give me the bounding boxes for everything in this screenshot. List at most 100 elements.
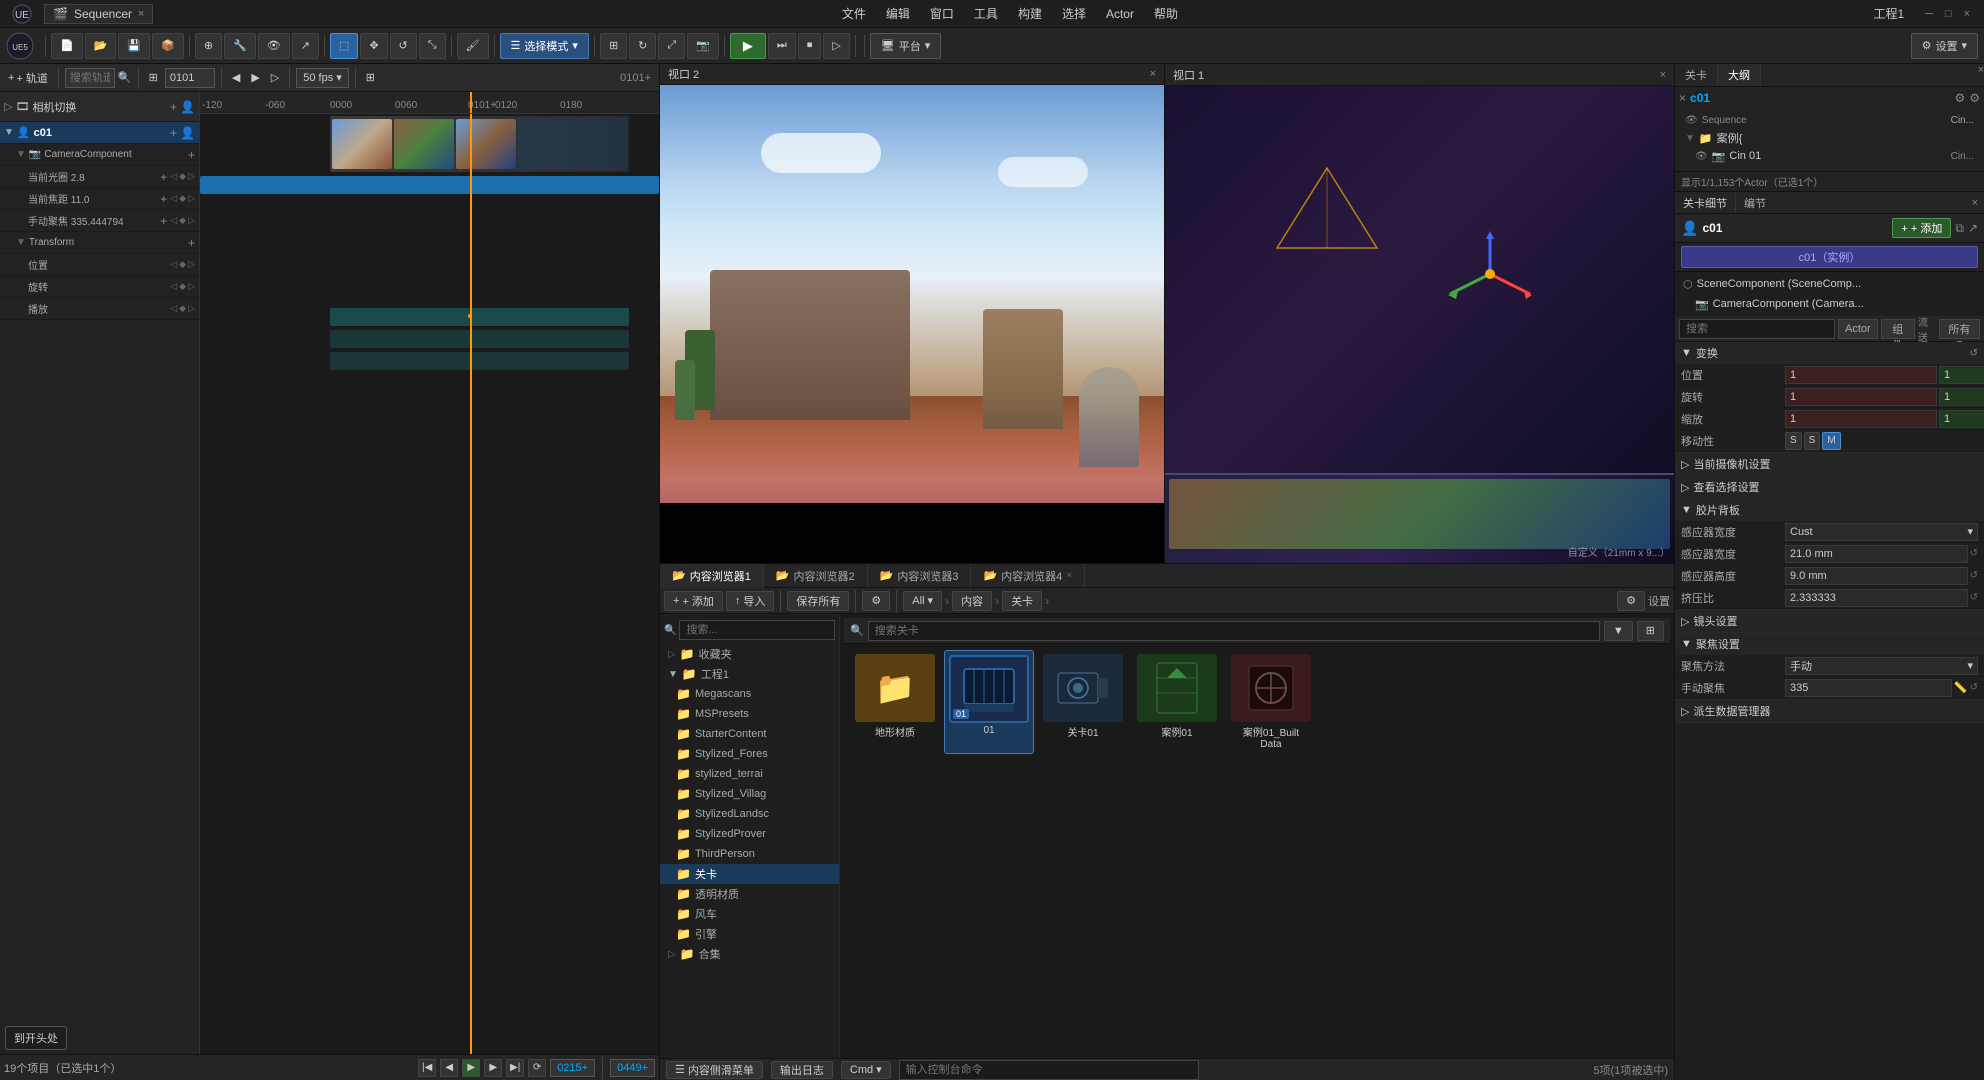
sequencer-tab-close[interactable]: ×	[138, 8, 144, 20]
scene-canvas[interactable]: 自定义（21mm x 9...）	[1165, 86, 1674, 563]
seq-next-btn[interactable]: ▶	[247, 67, 263, 89]
cb-tab4-close[interactable]: ×	[1066, 570, 1072, 581]
cb-view-btn[interactable]: ⊞	[1637, 621, 1664, 641]
menu-actor[interactable]: Actor	[1096, 5, 1144, 23]
rot-kf2[interactable]: ◆	[179, 281, 186, 292]
viewport-canvas[interactable]	[660, 85, 1164, 563]
seq-det-gear2[interactable]: ⚙	[1969, 91, 1980, 105]
camera-cut-extra[interactable]: 👤	[180, 100, 195, 114]
rot-kf3[interactable]: ▷	[188, 281, 195, 292]
play-clip[interactable]	[330, 352, 629, 370]
seq-add-track[interactable]: + + 轨道	[4, 67, 52, 89]
cb-settings-btn[interactable]: ⚙	[1617, 591, 1645, 611]
pos-kf1[interactable]: ◁	[170, 259, 177, 270]
aperture-kf3[interactable]: ▷	[188, 171, 195, 182]
film-back-dropdown[interactable]: Cust ▾	[1785, 523, 1978, 541]
details-search-input[interactable]	[1679, 319, 1835, 339]
seq-det-close[interactable]: ×	[1679, 91, 1686, 105]
seq-det-gear[interactable]: ⚙	[1954, 91, 1965, 105]
cb-content-nav[interactable]: 内容	[952, 591, 992, 611]
cb-folder-engine[interactable]: 📁 引擎	[660, 924, 839, 944]
cb-folder-megascans[interactable]: 📁 Megascans	[660, 684, 839, 704]
manual-focus-input[interactable]	[1785, 679, 1952, 697]
cb-folder-collection[interactable]: ▷ 📁 合集	[660, 944, 839, 964]
right-panel-close[interactable]: ×	[1978, 64, 1984, 86]
seq-filter-btn[interactable]: ⊞	[145, 67, 162, 89]
camera-cut-header[interactable]: ▷ 🎞 相机切换 + 👤	[0, 92, 199, 122]
menu-window[interactable]: 窗口	[920, 3, 964, 24]
main-viewport[interactable]: 视口 2 ×	[660, 64, 1164, 563]
c01-add[interactable]: +	[170, 126, 177, 140]
cb-cmd-btn[interactable]: Cmd ▾	[841, 1061, 891, 1079]
asset-guanka01[interactable]: 关卡01	[1038, 650, 1128, 754]
pos-x-input[interactable]	[1785, 366, 1937, 384]
mf-reset[interactable]: ↺	[1970, 682, 1978, 693]
nav-to-end[interactable]: ▶|	[506, 1059, 524, 1077]
mf-kf3[interactable]: ▷	[188, 215, 195, 226]
outliner-cin[interactable]: 👁 📷 Cin 01 Cin...	[1683, 147, 1976, 165]
aperture-kf1[interactable]: ◁	[170, 171, 177, 182]
rot-x-input[interactable]	[1785, 388, 1937, 406]
cb-folder-material[interactable]: 📁 透明材质	[660, 884, 839, 904]
menu-build[interactable]: 构建	[1008, 3, 1052, 24]
sensor-width-input[interactable]	[1785, 545, 1968, 563]
cb-save-all-btn[interactable]: 保存所有	[787, 591, 849, 611]
menu-edit[interactable]: 编辑	[876, 3, 920, 24]
focus-method-dropdown[interactable]: 手动 ▾	[1785, 657, 1978, 675]
transform-add[interactable]: +	[188, 236, 195, 250]
details-component-btn[interactable]: 组件	[1881, 319, 1915, 339]
cb-folder-wind[interactable]: 📁 风车	[660, 904, 839, 924]
comp-camera[interactable]: 📷 CameraComponent (Camera...	[1679, 294, 1980, 314]
mf-kf1[interactable]: ◁	[170, 215, 177, 226]
cb-add-btn[interactable]: + + 添加	[664, 591, 723, 611]
seq-search[interactable]	[65, 68, 115, 88]
play-kf3[interactable]: ▷	[188, 303, 195, 314]
play-track[interactable]: 播放 ◁ ◆ ▷	[0, 298, 199, 320]
mobility-stationary[interactable]: S	[1804, 432, 1821, 450]
cam-comp-add[interactable]: +	[188, 148, 195, 162]
cb-options-btn[interactable]: ⚙	[862, 591, 890, 611]
snap-rot-btn[interactable]: ↻	[629, 33, 656, 59]
stop-btn[interactable]: ⏹	[798, 33, 822, 59]
cb-folder-thirdperson[interactable]: 📁 ThirdPerson	[660, 844, 839, 864]
lens-header[interactable]: ▷ 镜头设置	[1675, 610, 1984, 632]
manual-focus-add[interactable]: +	[160, 214, 167, 228]
cb-folder-stylized-prov[interactable]: 📁 StylizedProver	[660, 824, 839, 844]
viewport2-close[interactable]: ×	[1150, 68, 1156, 80]
cb-tab-4[interactable]: 📂 内容浏览器4 ×	[971, 564, 1085, 588]
aperture-track[interactable]: 当前光圈 2.8 + ◁ ◆ ▷	[0, 166, 199, 188]
select-tool[interactable]: ⬚	[330, 33, 358, 59]
menu-tools[interactable]: 工具	[964, 3, 1008, 24]
c01-extra[interactable]: 👤	[180, 126, 195, 140]
pos-kf2[interactable]: ◆	[179, 259, 186, 270]
stream-value-btn[interactable]: 所有 ▾	[1939, 319, 1980, 339]
film-back-header[interactable]: ▼ 胶片背板	[1675, 499, 1984, 521]
spawn-header[interactable]: ▷ 派生数据管理器	[1675, 700, 1984, 722]
snap-btn[interactable]: 🔧	[224, 33, 256, 59]
snap-scale-btn2[interactable]: ⤢	[658, 33, 685, 59]
mf-kf2[interactable]: ◆	[179, 215, 186, 226]
settings-button[interactable]: ⚙ 设置 ▾	[1911, 33, 1978, 59]
focal-kf2[interactable]: ◆	[179, 193, 186, 204]
seq-frame-input[interactable]	[165, 68, 215, 88]
nav-loop[interactable]: ⟳	[528, 1059, 546, 1077]
window-close[interactable]: ×	[1958, 8, 1976, 20]
transform-track[interactable]: ▼ Transform +	[0, 232, 199, 254]
sensor-height-input[interactable]	[1785, 567, 1968, 585]
mode-btn[interactable]: ⊕	[195, 33, 222, 59]
cb-guanka-btn[interactable]: 关卡	[1002, 591, 1042, 611]
transform-btn[interactable]: ↗	[292, 33, 319, 59]
cb-filter-btn[interactable]: ▼	[1604, 621, 1633, 641]
menu-file[interactable]: 文件	[832, 3, 876, 24]
play-kf1[interactable]: ◁	[170, 303, 177, 314]
rot-y-input[interactable]	[1939, 388, 1984, 406]
mobility-movable[interactable]: M	[1822, 432, 1840, 450]
outliner-root[interactable]: ▼ 📁 案例{	[1683, 129, 1976, 147]
pos-clip[interactable]	[330, 308, 629, 326]
cb-tab-3[interactable]: 📂 内容浏览器3	[868, 564, 972, 588]
rot-kf1[interactable]: ◁	[170, 281, 177, 292]
c01-track-header[interactable]: ▼ 👤 c01 + 👤	[0, 122, 199, 144]
pos-track[interactable]: 位置 ◁ ◆ ▷	[0, 254, 199, 276]
rot-track[interactable]: 旋转 ◁ ◆ ▷	[0, 276, 199, 298]
details-filter-btn[interactable]: Actor	[1838, 319, 1878, 339]
